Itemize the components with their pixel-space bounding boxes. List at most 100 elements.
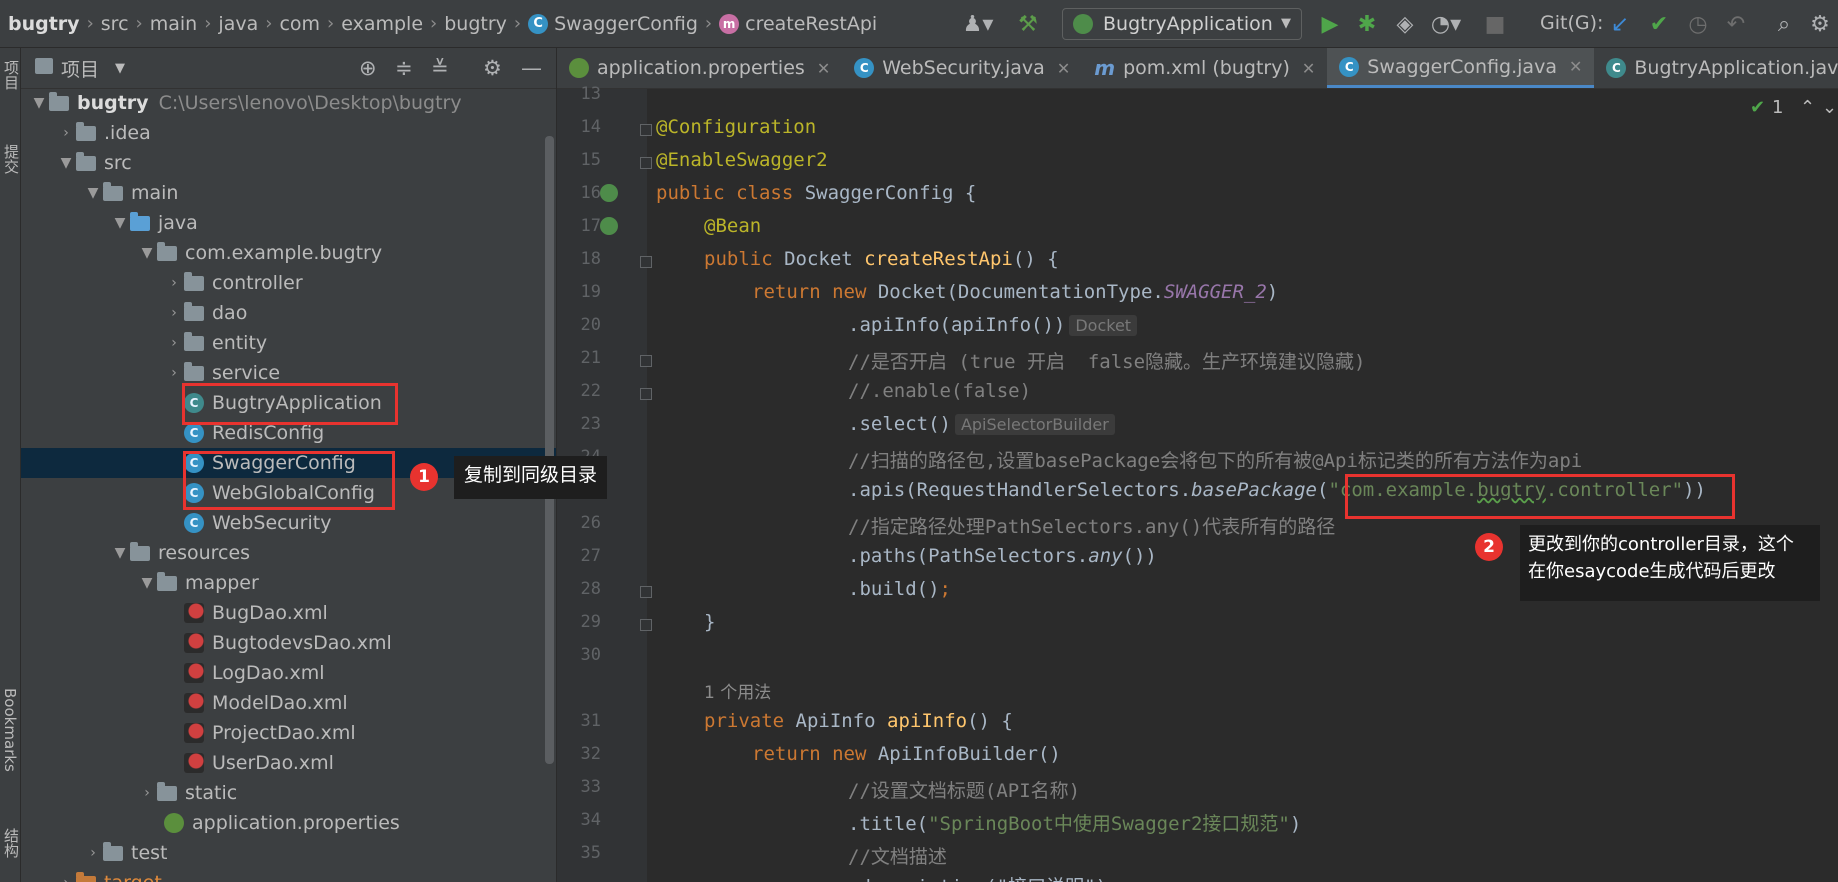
tree-item-mapper[interactable]: ▼ mapper: [21, 568, 556, 598]
run-icon[interactable]: ▶: [1316, 0, 1344, 48]
tree-item-root[interactable]: ▼ bugtry C:\Users\lenovo\Desktop\bugtry: [21, 88, 556, 118]
run-configuration-select[interactable]: BugtryApplication ▼: [1062, 8, 1302, 40]
tree-item-entity[interactable]: › entity: [21, 328, 556, 358]
debug-icon[interactable]: ✱: [1352, 0, 1382, 48]
tab-web-security[interactable]: C WebSecurity.java ✕: [842, 48, 1082, 88]
tab-pom-xml[interactable]: m pom.xml (bugtry) ✕: [1082, 48, 1327, 88]
project-panel-title[interactable]: 项目: [61, 55, 99, 82]
tree-item-label: test: [131, 842, 168, 864]
project-scrollbar[interactable]: [545, 136, 554, 764]
tree-item-resources[interactable]: ▼ resources: [21, 538, 556, 568]
fold-marker-icon[interactable]: [640, 586, 652, 598]
hide-panel-icon[interactable]: —: [521, 56, 542, 80]
folder-icon: [103, 181, 123, 201]
settings-icon[interactable]: ⚙: [1806, 0, 1834, 48]
tree-item-web-security[interactable]: C WebSecurity: [21, 508, 556, 538]
chevron-right-icon: ›: [135, 13, 143, 34]
code-token: SwaggerConfig {: [804, 182, 977, 204]
highlight-box-config-files: [183, 451, 395, 510]
tree-item-controller[interactable]: › controller: [21, 268, 556, 298]
tree-item-java[interactable]: ▼ java: [21, 208, 556, 238]
git-update-icon[interactable]: ↙: [1606, 0, 1634, 48]
search-icon[interactable]: ⌕: [1770, 0, 1798, 48]
next-highlight-icon[interactable]: ⌄: [1822, 97, 1837, 118]
breadcrumb-bugtry[interactable]: bugtry: [444, 13, 507, 35]
tree-item-package[interactable]: ▼ com.example.bugtry: [21, 238, 556, 268]
breadcrumb-src[interactable]: src: [101, 13, 129, 35]
gear-icon[interactable]: ⚙: [483, 56, 502, 80]
code-line-23: .select() ApiSelectorBuilder: [848, 413, 1115, 435]
line-number: 35: [580, 843, 601, 863]
tree-item-test[interactable]: › test: [21, 838, 556, 868]
git-commit-icon[interactable]: ✔: [1645, 0, 1673, 48]
breadcrumb-example[interactable]: example: [341, 13, 423, 35]
commit-tool-tab[interactable]: 提交: [1, 144, 22, 174]
breadcrumb-project[interactable]: bugtry: [0, 13, 80, 35]
code-line-16: public class SwaggerConfig {: [656, 182, 976, 204]
expand-all-icon[interactable]: ≑: [395, 56, 413, 80]
stop-icon[interactable]: ■: [1482, 0, 1508, 48]
fold-marker-icon[interactable]: [640, 619, 652, 631]
bookmarks-tool-tab[interactable]: Bookmarks: [1, 688, 19, 772]
class-icon: C: [854, 58, 875, 78]
structure-tool-tab[interactable]: 结构: [1, 828, 22, 858]
expand-arrow-icon: ▼: [60, 155, 72, 171]
tree-item-idea[interactable]: › .idea: [21, 118, 556, 148]
tree-item-bugdao-xml[interactable]: BugDao.xml: [21, 598, 556, 628]
usage-hint[interactable]: 1 个用法: [704, 678, 771, 703]
previous-highlight-icon[interactable]: ⌃: [1800, 97, 1815, 118]
project-tool-tab[interactable]: 项目: [1, 60, 22, 90]
close-icon[interactable]: ✕: [1057, 59, 1070, 78]
breadcrumb-method[interactable]: m createRestApi: [719, 13, 877, 35]
line-number: 28: [580, 579, 601, 599]
tree-item-src[interactable]: ▼ src: [21, 148, 556, 178]
tree-item-logdao-xml[interactable]: LogDao.xml: [21, 658, 556, 688]
chevron-right-icon: ›: [513, 13, 522, 34]
git-history-icon[interactable]: ◷: [1684, 0, 1712, 48]
breadcrumb-com[interactable]: com: [279, 13, 320, 35]
tab-application-properties[interactable]: application.properties ✕: [557, 48, 842, 88]
tree-item-projectdao-xml[interactable]: ProjectDao.xml: [21, 718, 556, 748]
coverage-icon[interactable]: ◈: [1390, 0, 1420, 48]
code-line-36: .description("接口说明"): [848, 872, 1107, 882]
code-line-20: .apiInfo(apiInfo()) Docket: [848, 314, 1138, 336]
tree-item-static[interactable]: › static: [21, 778, 556, 808]
tree-item-target[interactable]: › target: [21, 868, 556, 882]
build-hammer-icon[interactable]: ⚒: [1010, 0, 1046, 48]
user-icon[interactable]: ♟▾: [955, 0, 1001, 48]
code-token: ): [1266, 281, 1279, 303]
inspection-ok-icon[interactable]: ✔: [1750, 97, 1765, 118]
tree-item-label: ModelDao.xml: [212, 692, 348, 714]
tree-item-application-properties[interactable]: application.properties: [21, 808, 556, 838]
tree-item-dao[interactable]: › dao: [21, 298, 556, 328]
fold-marker-icon[interactable]: [640, 157, 652, 169]
tree-item-modeldao-xml[interactable]: ModelDao.xml: [21, 688, 556, 718]
annotation-token: @EnableSwagger2: [656, 149, 828, 171]
close-icon[interactable]: ✕: [1302, 59, 1315, 78]
close-icon[interactable]: ✕: [817, 59, 830, 78]
fold-marker-icon[interactable]: [640, 256, 652, 268]
chevron-down-icon[interactable]: ▼: [115, 61, 125, 76]
locate-icon[interactable]: ⊕: [359, 56, 377, 80]
tree-item-main[interactable]: ▼ main: [21, 178, 556, 208]
breadcrumb-java[interactable]: java: [218, 13, 258, 35]
tree-item-userdao-xml[interactable]: UserDao.xml: [21, 748, 556, 778]
spring-bean-gutter-icon[interactable]: [600, 184, 618, 202]
breadcrumb-main[interactable]: main: [150, 13, 197, 35]
keyword-token: return new: [752, 743, 878, 765]
code-token: Docket: [784, 248, 865, 270]
collapse-all-icon[interactable]: ≚: [431, 56, 449, 80]
line-number: 23: [580, 414, 601, 434]
fold-marker-icon[interactable]: [640, 124, 652, 136]
breadcrumb-class[interactable]: C SwaggerConfig: [528, 13, 698, 35]
git-rollback-icon[interactable]: ↶: [1722, 0, 1750, 48]
tree-item-bugtodevsdao-xml[interactable]: BugtodevsDao.xml: [21, 628, 556, 658]
fold-marker-icon[interactable]: [640, 388, 652, 400]
fold-marker-icon[interactable]: [640, 355, 652, 367]
spring-bean-gutter-icon[interactable]: [600, 217, 618, 235]
tab-bugtry-application[interactable]: C BugtryApplication.java: [1594, 48, 1838, 88]
close-icon[interactable]: ✕: [1569, 57, 1582, 76]
profile-icon[interactable]: ◔▾: [1428, 0, 1464, 48]
expand-arrow-icon: ▼: [87, 185, 99, 201]
tab-swagger-config[interactable]: C SwaggerConfig.java ✕: [1327, 48, 1595, 88]
